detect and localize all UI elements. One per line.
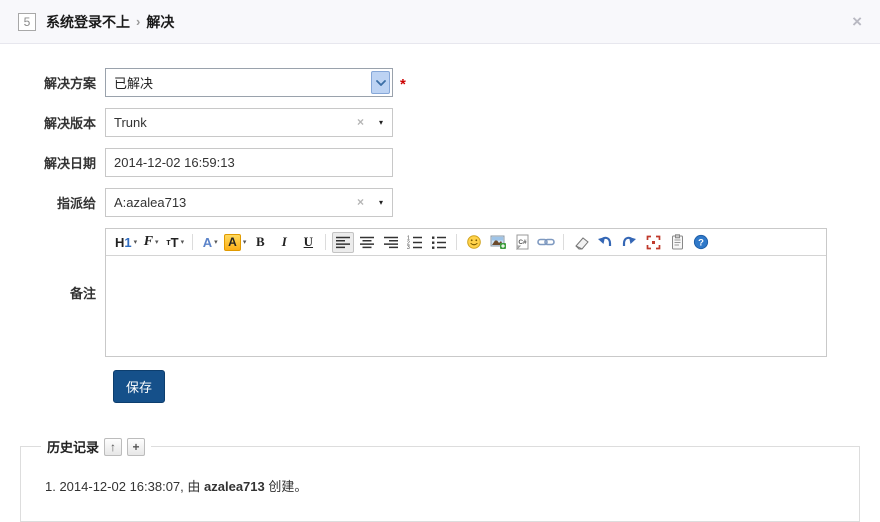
caret-down-icon: ▾: [214, 239, 218, 246]
select-arrow-button[interactable]: [371, 71, 390, 94]
required-mark: *: [400, 76, 406, 93]
unordered-list-icon: [432, 236, 447, 249]
bold-button[interactable]: B: [249, 232, 271, 253]
align-left-button[interactable]: [332, 231, 355, 253]
align-center-button[interactable]: [356, 232, 378, 253]
close-icon[interactable]: ×: [852, 13, 862, 30]
unordered-list-button[interactable]: [428, 232, 450, 253]
resolution-label: 解决方案: [43, 76, 96, 91]
undo-button[interactable]: [594, 232, 616, 253]
resolved-build-input[interactable]: [105, 108, 393, 137]
bug-title: 系统登录不上: [46, 13, 130, 30]
clear-icon[interactable]: ×: [357, 116, 364, 128]
resolution-select[interactable]: 已解决: [105, 68, 393, 97]
redo-icon: [623, 236, 637, 246]
chevron-down-icon: [375, 79, 386, 86]
editor-content-area[interactable]: [106, 256, 826, 356]
history-entry-suffix: 创建。: [264, 479, 308, 494]
font-family-button[interactable]: F ▾: [140, 232, 162, 253]
code-icon: C#: [516, 234, 529, 250]
history-entry-user: azalea713: [204, 479, 265, 494]
text-color-button[interactable]: A ▾: [199, 232, 221, 253]
rich-text-editor: H1 ▾ F ▾ тT ▾ A ▾ A ▾ B I U 1 2 3 C# ?: [105, 228, 827, 357]
highlight-color-button[interactable]: A ▾: [223, 232, 247, 253]
history-title: 历史记录: [47, 440, 100, 455]
caret-down-icon: ▾: [242, 239, 247, 246]
history-entry-prefix: 1. 2014-12-02 16:38:07, 由: [45, 479, 205, 494]
add-comment-button[interactable]: +: [127, 437, 146, 456]
undo-icon: [598, 236, 612, 246]
comment-label: 备注: [69, 286, 96, 301]
link-icon: [537, 238, 556, 246]
resolution-value: 已解决: [114, 76, 154, 91]
caret-down-icon: ▾: [133, 239, 138, 246]
align-right-button[interactable]: [380, 232, 402, 253]
help-icon: ?: [694, 234, 709, 250]
about-button[interactable]: ?: [690, 232, 712, 253]
svg-text:3: 3: [407, 245, 410, 249]
collapse-button[interactable]: ↑: [104, 437, 123, 456]
svg-text:C#: C#: [518, 239, 527, 246]
caret-down-icon: ▾: [155, 239, 159, 246]
action-title: 解决: [146, 13, 175, 30]
align-center-icon: [360, 236, 375, 248]
heading-button[interactable]: H1 ▾: [114, 232, 138, 253]
bug-id-badge: 5: [18, 12, 36, 31]
resolved-date-label: 解决日期: [43, 156, 96, 171]
resolved-build-label: 解决版本: [43, 116, 96, 131]
toolbar-separator: [563, 234, 565, 250]
breadcrumb-separator: ›: [136, 14, 141, 29]
assigned-to-picker: × ▾: [105, 188, 393, 217]
emoticon-button[interactable]: [463, 232, 485, 253]
paste-button[interactable]: [666, 232, 688, 253]
redo-button[interactable]: [618, 232, 640, 253]
toolbar-separator: [192, 234, 194, 250]
caret-down-icon: ▾: [180, 239, 185, 246]
toolbar-separator: [325, 234, 327, 250]
dialog-header: 5 系统登录不上 › 解决 ×: [0, 0, 880, 44]
dropdown-caret-icon[interactable]: ▾: [379, 119, 383, 127]
insert-image-button[interactable]: [487, 232, 509, 253]
svg-text:?: ?: [698, 237, 704, 248]
history-section: 历史记录 ↑ + 1. 2014-12-02 16:38:07, 由 azale…: [20, 437, 860, 522]
eraser-icon: [575, 236, 589, 250]
ordered-list-button[interactable]: 1 2 3: [404, 232, 426, 253]
clear-icon[interactable]: ×: [357, 196, 364, 208]
italic-button[interactable]: I: [273, 232, 295, 253]
insert-link-button[interactable]: [535, 232, 557, 253]
editor-toolbar: H1 ▾ F ▾ тT ▾ A ▾ A ▾ B I U 1 2 3 C# ?: [106, 229, 826, 256]
underline-button[interactable]: U: [297, 232, 319, 253]
ordered-list-icon: 1 2 3: [407, 236, 423, 249]
align-right-icon: [384, 236, 399, 248]
font-size-button[interactable]: тT ▾: [164, 232, 186, 253]
align-left-icon: [336, 236, 351, 248]
resolved-date-input[interactable]: [105, 148, 393, 177]
save-button[interactable]: 保存: [113, 370, 166, 403]
assigned-to-label: 指派给: [56, 196, 96, 211]
dropdown-caret-icon[interactable]: ▾: [379, 199, 383, 207]
insert-code-button[interactable]: C#: [511, 232, 533, 253]
shrink-icon: [646, 235, 661, 249]
image-icon: [490, 235, 506, 249]
smiley-icon: [467, 235, 482, 249]
resolve-form: 解决方案 已解决 * 解决版本 × ▾ 解决日期: [0, 44, 880, 403]
clipboard-icon: [671, 234, 683, 250]
history-entry: 1. 2014-12-02 16:38:07, 由 azalea713 创建。: [35, 476, 845, 495]
resolved-build-picker: × ▾: [105, 108, 393, 137]
remove-format-button[interactable]: [570, 232, 592, 253]
toolbar-separator: [456, 234, 458, 250]
fullscreen-toggle-button[interactable]: [642, 232, 664, 253]
assigned-to-input[interactable]: [105, 188, 393, 217]
